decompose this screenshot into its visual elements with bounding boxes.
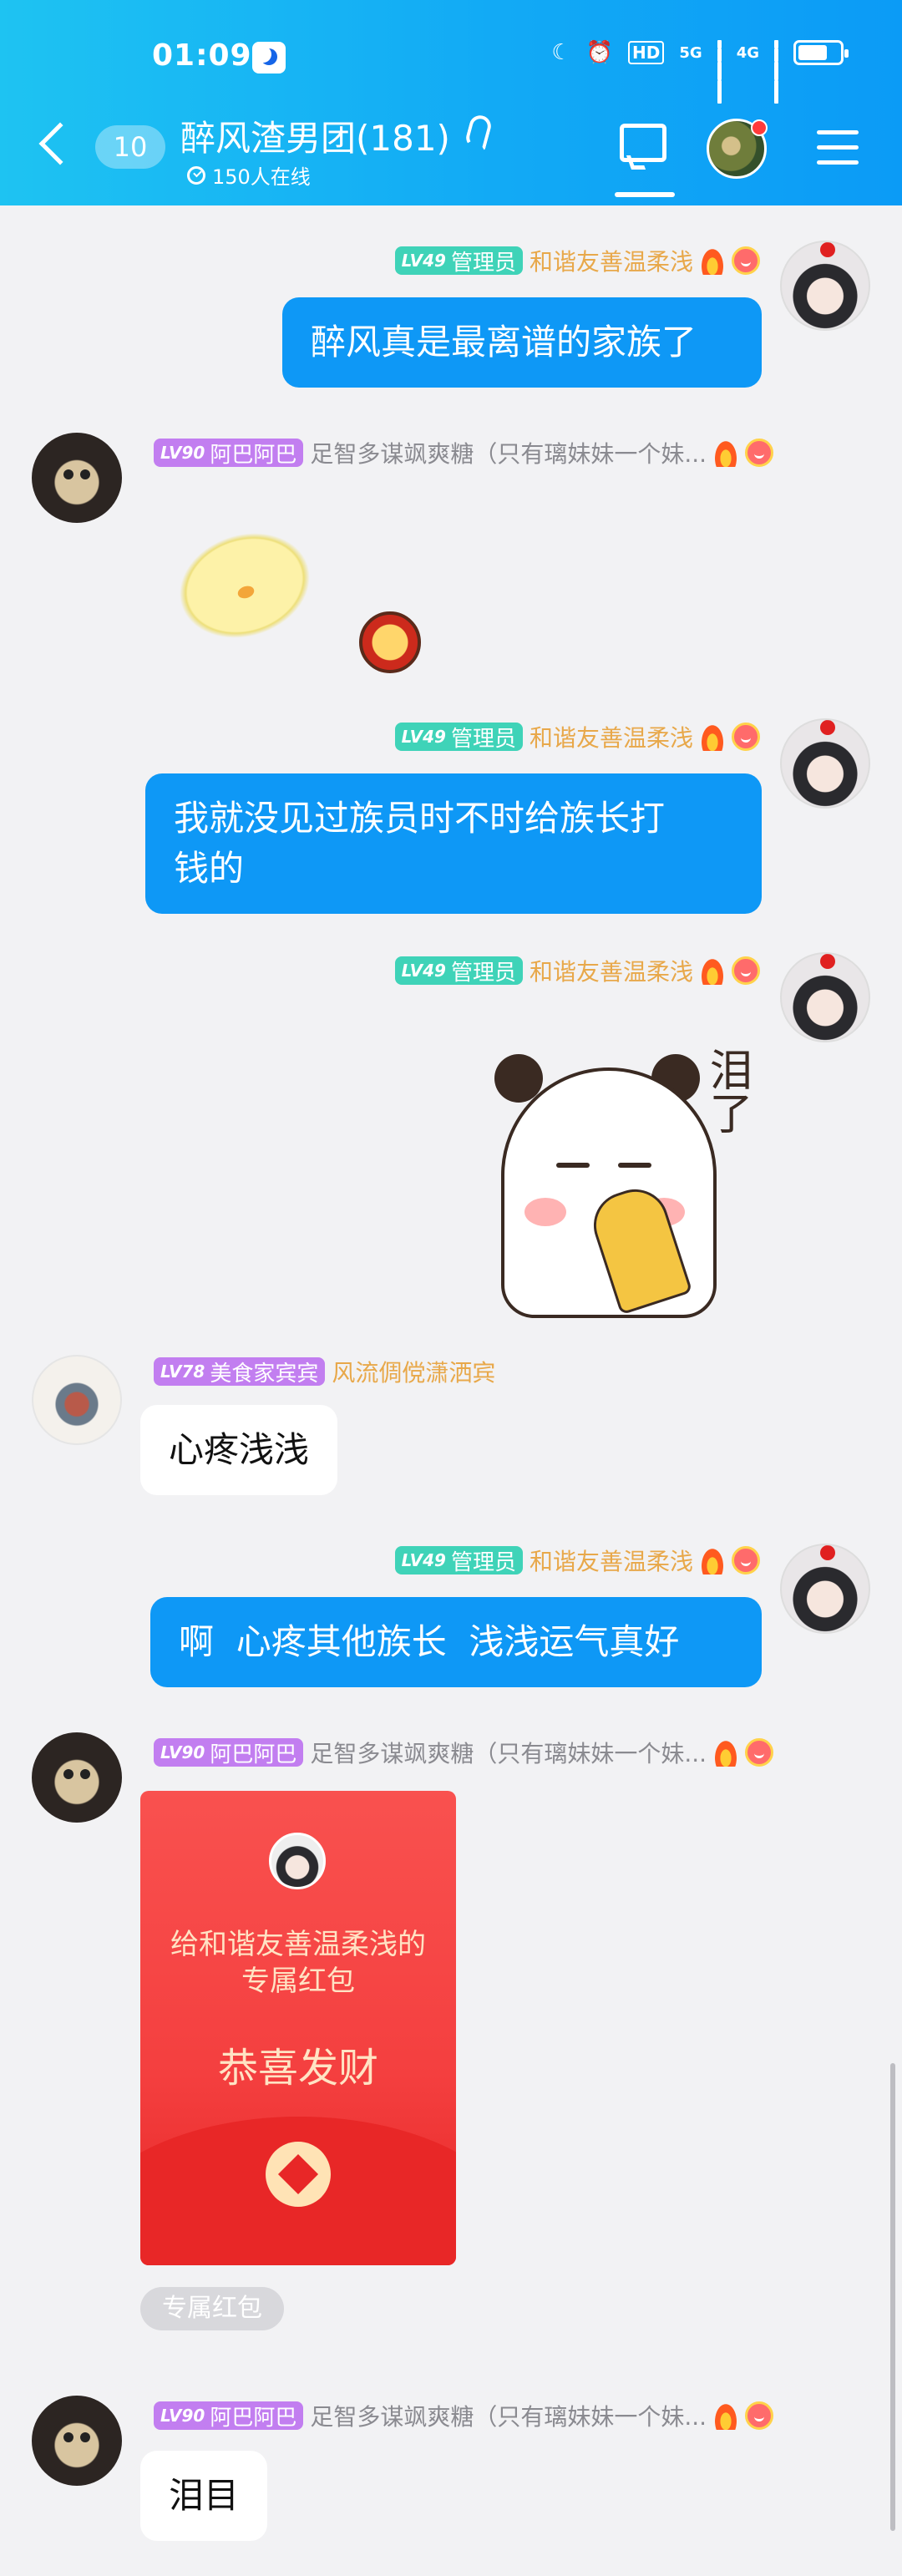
message-bubble[interactable]: 醉风真是最离谱的家族了 [282,297,762,388]
sender-nick[interactable]: 足智多谋飒爽糖（只有璃妹妹一个妹... [310,436,707,469]
red-packet[interactable]: 给和谐友善温柔浅的 专属红包 恭喜发财 [140,1791,456,2265]
alarm-icon: ⏰ [585,40,614,65]
back-arrow-icon[interactable] [38,122,82,165]
smile-badge-icon [732,1546,760,1575]
smile-badge-icon [745,2401,774,2430]
red-packet-wish: 恭喜发财 [217,2045,378,2092]
message-bubble[interactable]: 啊 心疼其他族长 浅浅运气真好 [150,1597,762,1687]
avatar[interactable] [780,241,870,331]
battery-icon [793,40,849,65]
signal-4g-icon [774,40,778,104]
flower-icon [820,242,835,257]
level-badge: LV78 美食家宾宾 [154,1357,326,1387]
level-badge: LV49 管理员 [394,956,523,986]
status-icons: ☾ ⏰ HD 5G 4G [551,40,849,104]
status-time: 01:09 [152,38,252,73]
scrollbar[interactable] [890,2063,895,2531]
panda-sticker[interactable]: 泪了 [476,1047,760,1318]
sticker-text: 泪了 [702,1047,752,1134]
smile-badge-icon [745,439,774,467]
red-packet-recipient: 给和谐友善温柔浅的 专属红包 [140,1926,456,2000]
avatar[interactable] [32,433,122,523]
sender-meta: LV49 管理员 和谐友善温柔浅 [394,954,760,987]
smile-badge-icon [732,956,760,985]
unread-count-badge[interactable]: 10 [95,125,165,169]
hd-label: HD [628,41,665,64]
signal-5g-icon [717,40,722,104]
fight-sticker-icon [359,611,421,673]
sender-meta: LV90 阿巴阿巴 足智多谋飒爽糖（只有璃妹妹一个妹... [154,436,774,469]
sender-meta: LV90 阿巴阿巴 足智多谋飒爽糖（只有璃妹妹一个妹... [154,2399,774,2432]
fire-badge-icon [700,956,725,985]
sender-nick[interactable]: 风流倜傥潇洒宾 [332,1355,495,1388]
nav-bar: 10 醉风渣男团(181) 150人在线 [0,105,902,197]
message-bubble[interactable]: 我就没见过族员时不时给族长打 钱的 [145,773,762,914]
avatar[interactable] [32,2396,122,2486]
avatar[interactable] [780,952,870,1042]
level-badge: LV49 管理员 [394,723,523,752]
sender-nick[interactable]: 足智多谋飒爽糖（只有璃妹妹一个妹... [310,1736,707,1769]
group-title[interactable]: 醉风渣男团(181) [180,110,450,161]
chat-header: 01:09 ☾ ⏰ HD 5G 4G 10 醉风渣男团(181) 150人在线 [0,0,902,205]
ear-icon[interactable] [464,113,494,151]
message-bubble[interactable]: 泪目 [140,2451,268,2541]
group-avatar[interactable] [707,119,768,179]
online-status[interactable]: 150人在线 [187,160,311,190]
chat-bubble-icon[interactable] [620,124,666,162]
level-badge: LV90 阿巴阿巴 [154,1738,304,1767]
notification-dot [751,119,768,136]
sender-meta: LV49 管理员 和谐友善温柔浅 [394,244,760,277]
avatar[interactable] [32,1732,122,1823]
sender-meta: LV49 管理员 和谐友善温柔浅 [394,1544,760,1577]
message-bubble[interactable]: 心疼浅浅 [140,1405,338,1495]
sender-nick[interactable]: 和谐友善温柔浅 [530,1544,693,1577]
fire-badge-icon [713,2401,739,2430]
online-count-text: 150人在线 [212,165,311,189]
flower-icon [820,720,835,735]
level-badge: LV90 阿巴阿巴 [154,439,304,468]
moon-icon: ☾ [551,40,571,65]
fire-badge-icon [700,723,725,751]
4g-label: 4G [736,43,759,62]
avatar[interactable] [32,1355,122,1445]
smile-badge-icon [732,246,760,275]
fire-badge-icon [700,246,725,275]
level-badge: LV49 管理员 [394,1546,523,1575]
sender-nick[interactable]: 和谐友善温柔浅 [530,720,693,753]
5g-label: 5G [679,43,702,62]
sender-nick[interactable]: 和谐友善温柔浅 [530,244,693,277]
flower-icon [820,954,835,969]
smile-badge-icon [732,723,760,751]
sender-nick[interactable]: 和谐友善温柔浅 [530,954,693,987]
red-packet-tag: 专属红包 [140,2287,284,2330]
message-line: 我就没见过族员时不时给族长打 [174,798,666,839]
sender-meta: LV90 阿巴阿巴 足智多谋飒爽糖（只有璃妹妹一个妹... [154,1736,774,1769]
fire-badge-icon [713,1738,739,1767]
sender-meta: LV49 管理员 和谐友善温柔浅 [394,720,760,753]
menu-icon[interactable] [817,130,859,175]
chick-sticker[interactable] [160,511,329,660]
red-packet-avatar [269,1833,326,1889]
level-badge: LV49 管理员 [394,246,523,276]
red-packet-recipient-line: 给和谐友善温柔浅的 [170,1928,426,1961]
moon-app-icon [252,42,286,74]
coin-icon [266,2142,331,2207]
check-circle-icon [187,165,205,185]
fire-badge-icon [713,439,739,467]
avatar[interactable] [780,718,870,809]
sender-nick[interactable]: 足智多谋飒爽糖（只有璃妹妹一个妹... [310,2399,707,2432]
panda-eye [556,1163,590,1168]
fire-badge-icon [700,1546,725,1575]
level-badge: LV90 阿巴阿巴 [154,2401,304,2431]
flower-icon [820,1545,835,1560]
message-line: 钱的 [174,848,245,889]
smile-badge-icon [745,1738,774,1767]
active-tab-indicator [615,192,675,197]
status-bar: 01:09 ☾ ⏰ HD 5G 4G [0,38,902,104]
red-packet-recipient-line: 专属红包 [241,1965,355,1998]
sender-meta: LV78 美食家宾宾 风流倜傥潇洒宾 [154,1355,495,1388]
avatar[interactable] [780,1544,870,1634]
panda-cheek [524,1198,566,1226]
panda-eye [618,1163,651,1168]
